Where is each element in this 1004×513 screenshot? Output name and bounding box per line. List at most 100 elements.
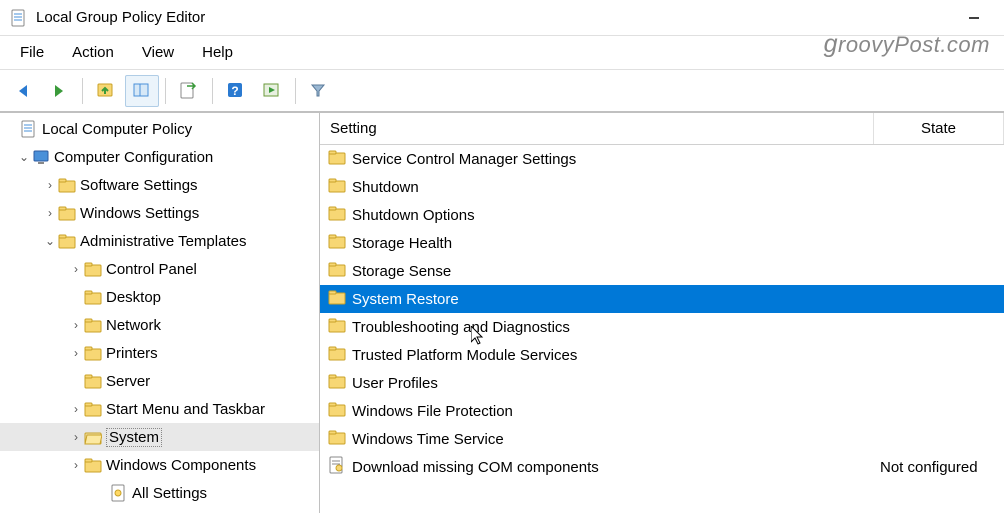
- tree-item-label: Software Settings: [80, 177, 198, 194]
- list-row[interactable]: Shutdown Options: [320, 201, 1004, 229]
- menu-file[interactable]: File: [6, 38, 58, 67]
- tree-item-label: Desktop: [106, 289, 161, 306]
- policy-icon: [328, 456, 346, 478]
- expand-icon[interactable]: ⌄: [16, 150, 32, 164]
- tree-item[interactable]: › Windows Components: [0, 451, 319, 479]
- expand-icon[interactable]: ›: [42, 178, 58, 192]
- list-header: Setting State: [320, 113, 1004, 145]
- list-row[interactable]: Trusted Platform Module Services: [320, 341, 1004, 369]
- pc-icon: [32, 148, 50, 166]
- tree-item-label: Printers: [106, 345, 158, 362]
- tree-item[interactable]: › System: [0, 423, 319, 451]
- tree-item-label: Local Computer Policy: [42, 121, 192, 138]
- folder-icon: [84, 316, 102, 334]
- folder-icon: [58, 176, 76, 194]
- setting-label: Shutdown Options: [352, 207, 475, 224]
- setting-label: Windows File Protection: [352, 403, 513, 420]
- filter-button[interactable]: [302, 75, 336, 107]
- state-label: Not configured: [874, 459, 1004, 476]
- folder-icon: [84, 344, 102, 362]
- tree-item[interactable]: Local Computer Policy: [0, 115, 319, 143]
- folder-icon: [58, 204, 76, 222]
- expand-icon[interactable]: ›: [68, 402, 84, 416]
- tree-item-label: Windows Settings: [80, 205, 199, 222]
- tree-item-label: Windows Components: [106, 457, 256, 474]
- folder-icon: [328, 288, 346, 310]
- tree-item[interactable]: Server: [0, 367, 319, 395]
- list-pane[interactable]: Setting State Service Control Manager Se…: [320, 113, 1004, 513]
- expand-icon[interactable]: ›: [42, 206, 58, 220]
- tree-pane[interactable]: Local Computer Policy ⌄ Computer Configura…: [0, 113, 320, 513]
- tree-item[interactable]: All Settings: [0, 479, 319, 507]
- toolbar: [0, 70, 1004, 112]
- tree-item-label: System: [106, 428, 162, 447]
- expand-icon[interactable]: ›: [68, 318, 84, 332]
- tree-item[interactable]: Desktop: [0, 283, 319, 311]
- tree-item[interactable]: ⌄ Computer Configuration: [0, 143, 319, 171]
- menu-view[interactable]: View: [128, 38, 188, 67]
- settings-icon: [110, 484, 128, 502]
- tree-item[interactable]: › Windows Settings: [0, 199, 319, 227]
- folder-icon: [328, 204, 346, 226]
- export-button[interactable]: [172, 75, 206, 107]
- list-row[interactable]: Windows File Protection: [320, 397, 1004, 425]
- watermark: groovyPost.com: [824, 30, 990, 59]
- setting-label: Windows Time Service: [352, 431, 504, 448]
- column-state[interactable]: State: [874, 113, 1004, 144]
- doc-icon: [20, 120, 38, 138]
- minimize-button[interactable]: [954, 3, 994, 33]
- tree-item-label: All Settings: [132, 485, 207, 502]
- list-row[interactable]: Download missing COM componentsNot confi…: [320, 453, 1004, 481]
- expand-icon[interactable]: ›: [68, 430, 84, 444]
- folder-icon: [58, 232, 76, 250]
- list-row[interactable]: Troubleshooting and Diagnostics: [320, 313, 1004, 341]
- list-row[interactable]: User Profiles: [320, 369, 1004, 397]
- tree-item-label: Administrative Templates: [80, 233, 246, 250]
- list-row[interactable]: Storage Health: [320, 229, 1004, 257]
- list-row[interactable]: Windows Time Service: [320, 425, 1004, 453]
- app-icon: [10, 9, 28, 27]
- folder-icon: [328, 344, 346, 366]
- folder-icon: [328, 260, 346, 282]
- list-row[interactable]: System Restore: [320, 285, 1004, 313]
- tree-item[interactable]: ›Control Panel: [0, 255, 319, 283]
- action-button[interactable]: [255, 75, 289, 107]
- tree-item[interactable]: › Printers: [0, 339, 319, 367]
- tree-item[interactable]: › Software Settings: [0, 171, 319, 199]
- menu-help[interactable]: Help: [188, 38, 247, 67]
- show-pane-button[interactable]: [125, 75, 159, 107]
- setting-label: Troubleshooting and Diagnostics: [352, 319, 570, 336]
- up-button[interactable]: [89, 75, 123, 107]
- tree-item[interactable]: › Start Menu and Taskbar: [0, 395, 319, 423]
- window-title: Local Group Policy Editor: [36, 9, 205, 26]
- back-button[interactable]: [6, 75, 40, 107]
- tree-item[interactable]: ⌄ Administrative Templates: [0, 227, 319, 255]
- menu-action[interactable]: Action: [58, 38, 128, 67]
- folder-icon: [328, 148, 346, 170]
- list-row[interactable]: Shutdown: [320, 173, 1004, 201]
- setting-label: Storage Health: [352, 235, 452, 252]
- expand-icon[interactable]: ›: [68, 346, 84, 360]
- list-row[interactable]: Service Control Manager Settings: [320, 145, 1004, 173]
- setting-label: User Profiles: [352, 375, 438, 392]
- tree-item-label: Computer Configuration: [54, 149, 213, 166]
- expand-icon[interactable]: ›: [68, 262, 84, 276]
- folder-icon: [84, 400, 102, 418]
- setting-label: Trusted Platform Module Services: [352, 347, 577, 364]
- tree-item-label: Server: [106, 373, 150, 390]
- folder-icon: [328, 316, 346, 338]
- list-row[interactable]: Storage Sense: [320, 257, 1004, 285]
- expand-icon[interactable]: ⌄: [42, 234, 58, 248]
- tree-item[interactable]: ›Network: [0, 311, 319, 339]
- setting-label: Storage Sense: [352, 263, 451, 280]
- folder-icon: [84, 260, 102, 278]
- help-button[interactable]: [219, 75, 253, 107]
- tree-item-label: Start Menu and Taskbar: [106, 401, 265, 418]
- folder-open-icon: [84, 428, 102, 446]
- setting-label: Service Control Manager Settings: [352, 151, 576, 168]
- setting-label: Shutdown: [352, 179, 419, 196]
- expand-icon[interactable]: ›: [68, 458, 84, 472]
- folder-icon: [328, 400, 346, 422]
- column-setting[interactable]: Setting: [320, 113, 874, 144]
- forward-button[interactable]: [42, 75, 76, 107]
